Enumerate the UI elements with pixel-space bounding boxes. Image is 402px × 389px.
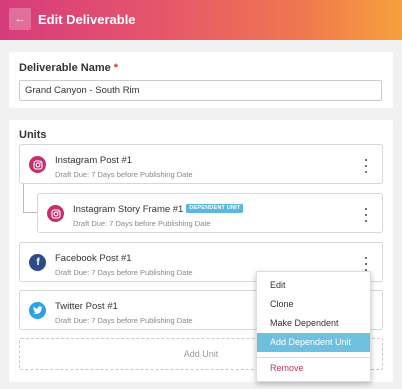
back-button[interactable]: ← [9, 8, 31, 30]
unit-card-instagram-post[interactable]: Instagram Post #1 Draft Due: 7 Days befo… [19, 144, 383, 184]
unit-subtitle: Draft Due: 7 Days before Publishing Date [55, 170, 193, 179]
unit-title: Twitter Post #1 [55, 301, 118, 312]
required-mark: * [113, 62, 119, 74]
unit-subtitle: Draft Due: 7 Days before Publishing Date [73, 219, 211, 228]
more-options-icon[interactable] [363, 208, 369, 222]
units-label: Units [19, 129, 47, 141]
unit-card-instagram-story[interactable]: Instagram Story Frame #1 DEPENDENT UNIT D… [37, 193, 383, 233]
more-options-icon[interactable] [363, 257, 369, 271]
facebook-icon: f [29, 254, 46, 271]
deliverable-name-panel: Deliverable Name * Grand Canyon - South … [9, 52, 393, 108]
header-bar: ← Edit Deliverable [0, 0, 402, 40]
dependency-connector [23, 184, 24, 213]
unit-title: Instagram Post #1 [55, 155, 133, 166]
menu-divider [257, 357, 370, 358]
dependency-connector [23, 212, 37, 213]
arrow-left-icon: ← [14, 13, 26, 25]
instagram-icon [47, 205, 64, 222]
unit-title-text: Instagram Story Frame #1 [73, 204, 184, 215]
unit-subtitle: Draft Due: 7 Days before Publishing Date [55, 316, 193, 325]
menu-item-make-dependent[interactable]: Make Dependent [257, 314, 370, 333]
deliverable-name-input[interactable]: Grand Canyon - South Rim [19, 80, 382, 101]
twitter-icon [29, 302, 46, 319]
menu-item-clone[interactable]: Clone [257, 295, 370, 314]
instagram-icon [29, 156, 46, 173]
menu-item-remove[interactable]: Remove [257, 359, 370, 378]
menu-item-edit[interactable]: Edit [257, 276, 370, 295]
deliverable-name-label-text: Deliverable Name [19, 62, 111, 74]
unit-title: Facebook Post #1 [55, 253, 132, 264]
dependent-unit-badge: DEPENDENT UNIT [186, 203, 244, 213]
more-options-icon[interactable] [363, 159, 369, 173]
unit-context-menu: Edit Clone Make Dependent Add Dependent … [256, 271, 371, 382]
deliverable-name-label: Deliverable Name * [19, 62, 118, 74]
page-title: Edit Deliverable [38, 12, 136, 27]
menu-item-add-dependent-unit[interactable]: Add Dependent Unit [257, 333, 370, 352]
unit-subtitle: Draft Due: 7 Days before Publishing Date [55, 268, 193, 277]
unit-title: Instagram Story Frame #1 DEPENDENT UNIT [73, 203, 244, 215]
